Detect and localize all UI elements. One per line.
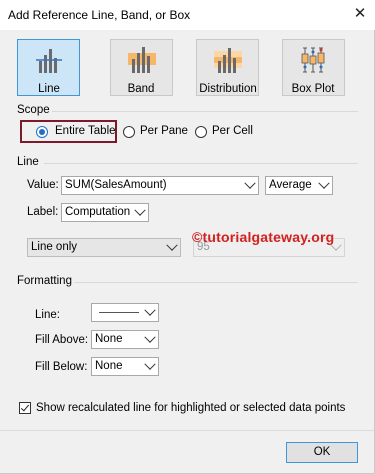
chevron-down-icon (144, 304, 156, 316)
distribution-chart-icon (213, 48, 242, 73)
label-select-text: Computation (65, 206, 131, 218)
line-type-select[interactable]: Line only (27, 238, 181, 257)
box-plot-type-label: Box Plot (291, 83, 335, 95)
scope-heading: Scope (17, 104, 50, 116)
formatting-heading: Formatting (17, 275, 72, 287)
aggregation-select[interactable]: Average (265, 176, 333, 195)
aggregation-select-text: Average (269, 179, 312, 191)
dialog-title: Add Reference Line, Band, or Box (8, 8, 191, 22)
line-heading: Line (17, 156, 39, 168)
distribution-type-label: Distribution (199, 83, 257, 95)
entire-table-label[interactable]: Entire Table (55, 125, 116, 137)
chevron-down-icon (134, 204, 146, 216)
chevron-down-icon (244, 177, 256, 189)
chevron-down-icon (144, 331, 156, 343)
fill-above-label: Fill Above: (35, 334, 89, 346)
line-type-label: Line (38, 83, 60, 95)
line-style-preview (99, 312, 139, 313)
formatting-divider (74, 282, 358, 283)
footer-divider (0, 430, 374, 431)
line-divider (44, 163, 358, 164)
band-type-label: Band (127, 83, 155, 95)
entire-table-radio[interactable] (36, 126, 48, 138)
fill-below-label: Fill Below: (35, 361, 88, 373)
scope-divider (52, 111, 358, 112)
value-label: Value: (27, 179, 59, 191)
line-chart-icon (35, 49, 62, 73)
recalculated-line-checkbox[interactable] (19, 402, 31, 414)
fill-above-select-text: None (95, 333, 123, 345)
label-select[interactable]: Computation (61, 203, 149, 222)
ok-button[interactable]: OK (286, 442, 358, 463)
recalculated-line-label[interactable]: Show recalculated line for highlighted o… (36, 402, 345, 414)
fill-below-select-text: None (95, 360, 123, 372)
fill-above-select[interactable]: None (91, 330, 159, 349)
band-chart-icon (127, 47, 156, 73)
per-cell-radio[interactable] (195, 126, 207, 138)
label-label: Label: (27, 206, 59, 218)
per-cell-label[interactable]: Per Cell (212, 125, 253, 137)
value-select-text: SUM(SalesAmount) (65, 179, 167, 191)
watermark: ©tutorialgateway.org (192, 229, 335, 245)
fill-below-select[interactable]: None (91, 357, 159, 376)
line-style-label: Line: (35, 309, 60, 321)
box-plot-icon (301, 47, 324, 73)
line-style-select[interactable] (91, 303, 159, 322)
value-select[interactable]: SUM(SalesAmount) (61, 176, 259, 195)
chevron-down-icon (144, 358, 156, 370)
chevron-down-icon (166, 239, 178, 251)
chevron-down-icon (318, 177, 330, 189)
close-icon[interactable]: ✕ (350, 3, 370, 25)
line-type-select-text: Line only (31, 241, 78, 253)
per-pane-label[interactable]: Per Pane (140, 125, 188, 137)
per-pane-radio[interactable] (123, 126, 135, 138)
